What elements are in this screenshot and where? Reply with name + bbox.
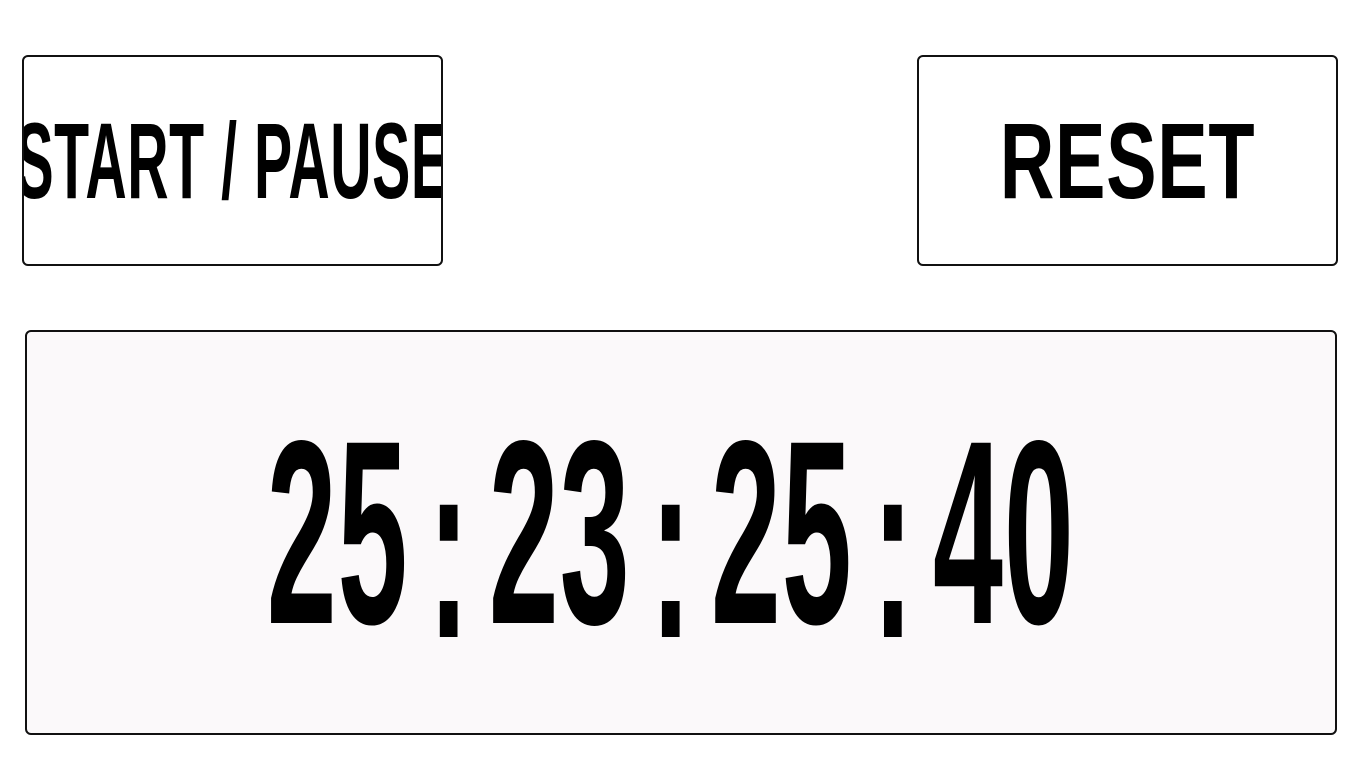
- minutes-value: 23: [489, 385, 631, 679]
- reset-button[interactable]: RESET: [917, 55, 1338, 266]
- time-separator: :: [427, 399, 470, 693]
- time-separator: :: [872, 399, 915, 693]
- start-pause-label: START / PAUSE: [22, 99, 443, 221]
- hundredths-value: 40: [933, 385, 1076, 679]
- stopwatch-app: START / PAUSE RESET 25 : 23 : 25 : 40: [0, 0, 1366, 768]
- reset-label: RESET: [999, 99, 1256, 221]
- start-pause-button[interactable]: START / PAUSE: [22, 55, 443, 266]
- time-separator: :: [650, 399, 692, 693]
- hours-value: 25: [266, 385, 409, 679]
- time-display-panel: 25 : 23 : 25 : 40: [25, 330, 1337, 735]
- time-readout: 25 : 23 : 25 : 40: [266, 385, 1076, 679]
- seconds-value: 25: [711, 385, 853, 679]
